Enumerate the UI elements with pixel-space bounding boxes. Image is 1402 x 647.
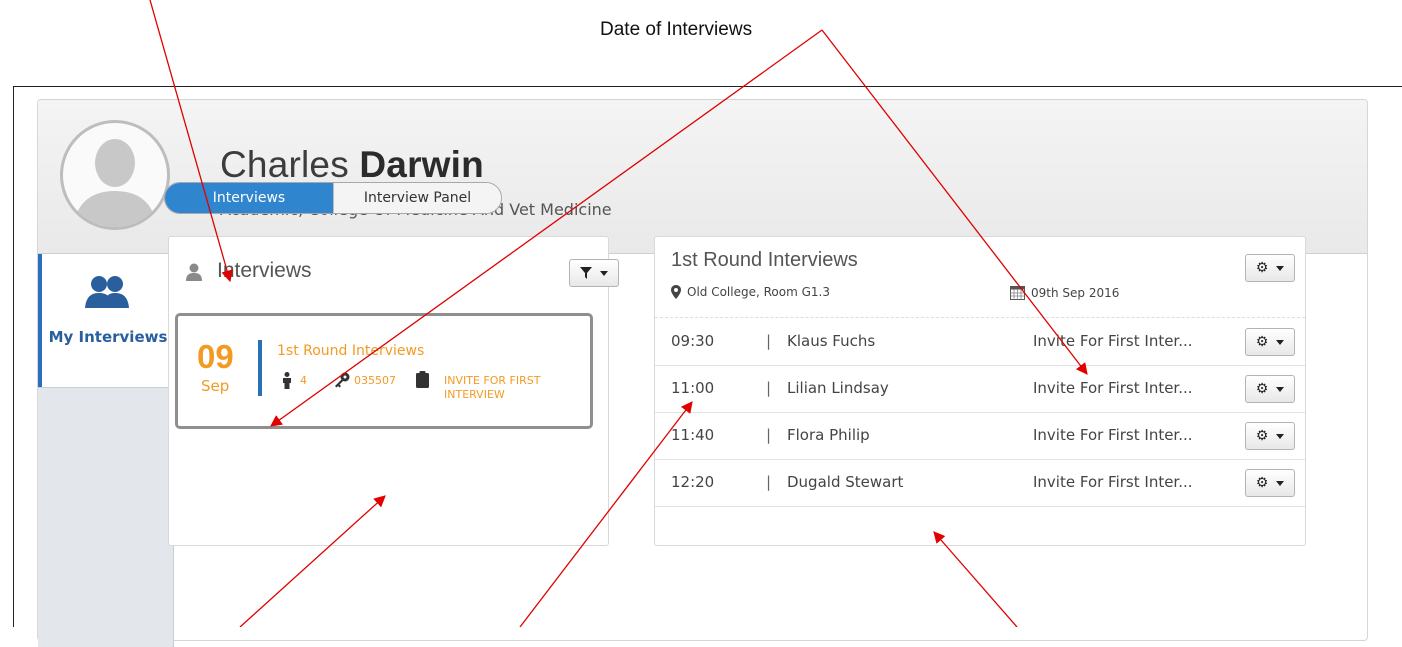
- row-name: Lilian Lindsay: [787, 379, 889, 397]
- table-row[interactable]: 09:30 | Klaus Fuchs Invite For First Int…: [655, 318, 1305, 366]
- row-separator: |: [766, 426, 772, 444]
- filter-icon: [580, 267, 592, 279]
- row-separator: |: [766, 473, 772, 491]
- chevron-down-icon: [1276, 386, 1285, 392]
- table-row[interactable]: 12:20 | Dugald Stewart Invite For First …: [655, 459, 1305, 507]
- avatar: [60, 120, 170, 230]
- date-text: 09th Sep 2016: [1031, 285, 1120, 300]
- profile-header: Charles Darwin Academic, College Of Medi…: [38, 100, 1367, 254]
- frame-border-top: [13, 86, 1402, 87]
- chevron-down-icon: [600, 270, 608, 276]
- calendar-icon: [1010, 286, 1025, 300]
- row-time: 11:40: [671, 426, 715, 444]
- users-icon: [85, 276, 129, 308]
- filter-button[interactable]: [569, 259, 619, 287]
- user-icon: [186, 263, 202, 281]
- interview-code: 035507: [354, 374, 396, 387]
- annotation-title: Date of Interviews: [600, 19, 753, 40]
- person-icon: [283, 372, 291, 389]
- chevron-down-icon: [1276, 265, 1285, 271]
- gear-icon: ⚙: [1255, 381, 1269, 397]
- row-settings-button[interactable]: ⚙: [1245, 422, 1295, 450]
- row-name: Klaus Fuchs: [787, 332, 876, 350]
- row-settings-button[interactable]: ⚙: [1245, 469, 1295, 497]
- interview-status: INVITE FOR FIRST INTERVIEW: [444, 374, 541, 401]
- row-name: Flora Philip: [787, 426, 870, 444]
- sidebar-item-my-interviews[interactable]: My Interviews: [38, 254, 174, 387]
- last-name: Darwin: [359, 144, 484, 185]
- row-settings-button[interactable]: ⚙: [1245, 375, 1295, 403]
- panel-title: Interviews: [217, 259, 312, 282]
- round-date: 09th Sep 2016: [1010, 285, 1119, 300]
- row-separator: |: [766, 332, 772, 350]
- frame-border-left: [13, 86, 14, 627]
- interview-title: 1st Round Interviews: [277, 343, 425, 359]
- row-time: 11:00: [671, 379, 715, 397]
- key-icon: [335, 372, 350, 388]
- avatar-silhouette-icon: [73, 139, 157, 227]
- interview-card[interactable]: 09 Sep 1st Round Interviews 4 035507 INV…: [175, 313, 593, 429]
- sidebar-empty-area: [38, 387, 174, 647]
- tab-interviews[interactable]: Interviews: [165, 183, 333, 213]
- tab-bar: Interviews Interview Panel: [164, 182, 502, 214]
- gear-icon: ⚙: [1255, 334, 1269, 350]
- date-divider: [258, 340, 262, 396]
- interview-day: 09: [197, 338, 234, 375]
- table-row[interactable]: 11:40 | Flora Philip Invite For First In…: [655, 412, 1305, 460]
- gear-icon: ⚙: [1255, 260, 1269, 276]
- row-status: Invite For First Inter...: [1033, 332, 1193, 350]
- row-time: 12:20: [671, 473, 715, 491]
- round-panel: 1st Round Interviews Old College, Room G…: [654, 236, 1306, 546]
- chevron-down-icon: [1276, 339, 1285, 345]
- row-status: Invite For First Inter...: [1033, 379, 1193, 397]
- candidate-count: 4: [300, 374, 307, 387]
- row-status: Invite For First Inter...: [1033, 473, 1193, 491]
- row-settings-button[interactable]: ⚙: [1245, 328, 1295, 356]
- round-settings-button[interactable]: ⚙: [1245, 254, 1295, 282]
- sidebar-item-label: My Interviews: [48, 328, 168, 346]
- chevron-down-icon: [1276, 480, 1285, 486]
- map-marker-icon: [671, 285, 681, 299]
- clipboard-icon: [416, 371, 429, 388]
- row-status: Invite For First Inter...: [1033, 426, 1193, 444]
- interview-month: Sep: [201, 377, 230, 395]
- row-name: Dugald Stewart: [787, 473, 904, 491]
- chevron-down-icon: [1276, 433, 1285, 439]
- table-row[interactable]: 11:00 | Lilian Lindsay Invite For First …: [655, 365, 1305, 413]
- gear-icon: ⚙: [1255, 428, 1269, 444]
- round-location: Old College, Room G1.3: [671, 285, 830, 299]
- person-name: Charles Darwin: [220, 144, 484, 186]
- location-text: Old College, Room G1.3: [687, 285, 830, 299]
- row-separator: |: [766, 379, 772, 397]
- round-title: 1st Round Interviews: [671, 249, 858, 271]
- gear-icon: ⚙: [1255, 475, 1269, 491]
- first-name: Charles: [220, 144, 349, 185]
- side-nav: My Interviews: [38, 254, 174, 647]
- row-time: 09:30: [671, 332, 715, 350]
- tab-interview-panel[interactable]: Interview Panel: [333, 183, 501, 213]
